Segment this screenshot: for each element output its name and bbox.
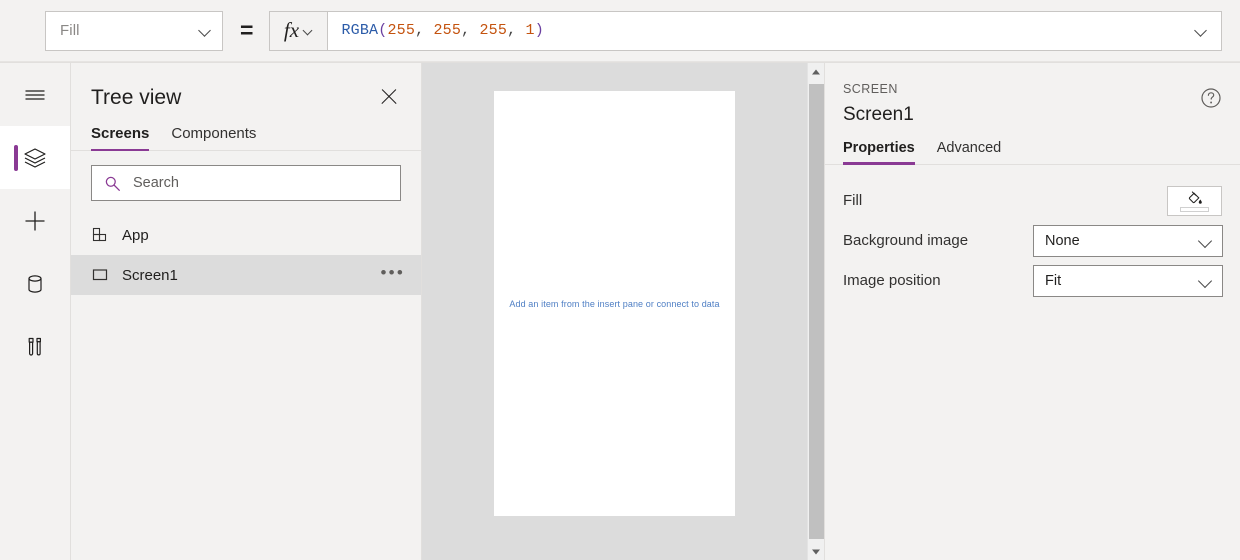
properties-body: Fill Background image None Image positio… xyxy=(825,165,1240,301)
fx-function-button[interactable]: fx xyxy=(269,10,328,51)
scroll-down-arrow-icon[interactable] xyxy=(808,543,825,560)
tree-view-list: App Screen1 ••• xyxy=(71,215,421,295)
chevron-down-icon[interactable] xyxy=(1195,24,1209,38)
scroll-up-arrow-icon[interactable] xyxy=(808,63,825,80)
powerapps-studio-window: Fill = fx RGBA(255, 255, 255, 1) Tree vi… xyxy=(0,0,1240,560)
chevron-down-icon xyxy=(199,24,212,37)
tab-screens[interactable]: Screens xyxy=(91,125,150,151)
tree-view-tabs: Screens Components xyxy=(71,109,421,151)
tab-advanced[interactable]: Advanced xyxy=(937,140,1002,164)
formula-token-punct: , xyxy=(507,22,526,39)
help-circle-icon[interactable] xyxy=(1200,87,1222,109)
close-icon[interactable] xyxy=(377,85,401,109)
property-label-fill: Fill xyxy=(843,192,863,209)
rail-item-hamburger-menu[interactable] xyxy=(0,63,70,126)
property-selector-dropdown[interactable]: Fill xyxy=(45,10,223,51)
canvas-area[interactable]: Add an item from the insert pane or conn… xyxy=(422,63,807,560)
properties-header: SCREEN Screen1 xyxy=(825,63,1240,124)
page-title: Tree view xyxy=(91,85,182,109)
property-selector-value: Fill xyxy=(60,22,80,39)
chevron-down-icon xyxy=(303,25,314,36)
search-icon xyxy=(104,175,121,192)
tree-view-panel: Tree view Screens Components Search App … xyxy=(71,63,422,560)
background-image-value: None xyxy=(1045,232,1080,249)
property-control-image-position: Fit xyxy=(1033,264,1223,297)
paint-bucket-icon xyxy=(1186,190,1203,207)
fx-label: fx xyxy=(283,18,300,42)
rail-item-layers[interactable] xyxy=(0,126,70,189)
property-label-image-position: Image position xyxy=(843,272,941,289)
layers-icon xyxy=(22,145,48,171)
scrollbar-thumb[interactable] xyxy=(808,84,824,539)
tree-item-more-icon[interactable]: ••• xyxy=(381,264,405,287)
properties-tabs: Properties Advanced xyxy=(825,124,1240,165)
equals-sign: = xyxy=(240,17,254,43)
search-input[interactable]: Search xyxy=(91,165,401,201)
tree-item-screen1[interactable]: Screen1 ••• xyxy=(71,255,421,295)
image-position-dropdown[interactable]: Fit xyxy=(1033,264,1223,297)
rail-item-database[interactable] xyxy=(0,252,70,315)
tree-view-search-wrap: Search xyxy=(71,151,421,201)
formula-input[interactable]: RGBA(255, 255, 255, 1) xyxy=(327,10,1222,51)
selected-control-type: SCREEN xyxy=(843,82,898,96)
scrollbar-track[interactable] xyxy=(808,80,825,543)
workspace: Tree view Screens Components Search App … xyxy=(0,62,1240,560)
properties-panel: SCREEN Screen1 Properties Advanced Fill … xyxy=(824,63,1240,560)
formula-token-paren: ) xyxy=(534,22,544,39)
formula-token-num: 1 xyxy=(525,22,535,39)
left-rail xyxy=(0,63,71,560)
tree-item-label: App xyxy=(122,226,149,244)
database-icon xyxy=(22,271,48,297)
property-label-background-image: Background image xyxy=(843,232,969,249)
canvas-vertical-scrollbar[interactable] xyxy=(807,63,824,560)
property-row-fill: Fill xyxy=(843,181,1222,221)
formula-expression: RGBA(255, 255, 255, 1) xyxy=(341,22,1189,39)
formula-bar: Fill = fx RGBA(255, 255, 255, 1) xyxy=(0,0,1240,62)
tree-item-app[interactable]: App xyxy=(71,215,421,255)
hamburger-menu-icon xyxy=(22,82,48,108)
search-placeholder: Search xyxy=(133,175,179,191)
tree-item-label: Screen1 xyxy=(122,266,178,284)
plus-icon xyxy=(22,208,48,234)
screen-canvas[interactable]: Add an item from the insert pane or conn… xyxy=(494,91,735,516)
tree-view-header: Tree view xyxy=(71,63,421,109)
canvas-empty-hint: Add an item from the insert pane or conn… xyxy=(509,298,720,309)
fill-color-button[interactable] xyxy=(1167,185,1222,216)
property-row-image-position: Image position Fit xyxy=(843,261,1223,301)
properties-header-text: SCREEN Screen1 xyxy=(843,83,1200,124)
property-row-background-image: Background image None xyxy=(843,221,1223,261)
selected-control-name: Screen1 xyxy=(843,103,914,125)
formula-token-punct: , xyxy=(415,22,434,39)
background-image-dropdown[interactable]: None xyxy=(1033,224,1223,257)
screen-rect-icon xyxy=(91,265,111,285)
tab-components[interactable]: Components xyxy=(171,125,256,150)
formula-token-num: 255 xyxy=(433,22,462,39)
rail-item-plus[interactable] xyxy=(0,189,70,252)
image-position-value: Fit xyxy=(1045,272,1062,289)
formula-token-punct: , xyxy=(461,22,480,39)
fill-color-preview xyxy=(1180,206,1209,212)
formula-token-fn: RGBA xyxy=(341,22,379,39)
property-control-background-image: None xyxy=(1033,224,1223,257)
tab-properties[interactable]: Properties xyxy=(843,140,915,165)
formula-token-num: 255 xyxy=(479,22,508,39)
chevron-down-icon xyxy=(1198,273,1213,288)
tools-icon xyxy=(22,334,48,360)
formula-token-num: 255 xyxy=(387,22,416,39)
rail-item-tools[interactable] xyxy=(0,315,70,378)
chevron-down-icon xyxy=(1198,233,1213,248)
app-grid-icon xyxy=(91,225,111,245)
